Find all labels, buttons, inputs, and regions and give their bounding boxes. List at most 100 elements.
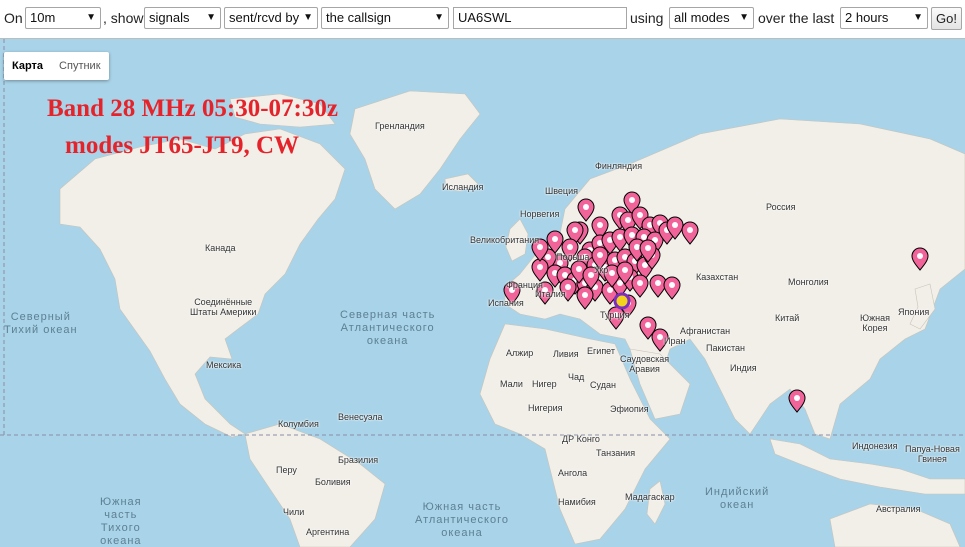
label-iran: Иран bbox=[664, 336, 686, 346]
ocean-text: океана bbox=[366, 335, 409, 347]
signal-marker-dot bbox=[641, 234, 647, 240]
on-label: On bbox=[4, 10, 23, 26]
signal-marker-dot bbox=[617, 234, 623, 240]
signal-marker-dot bbox=[567, 244, 573, 250]
ocean-north-pacific: Северный Тихий океан bbox=[4, 311, 78, 337]
world-map[interactable]: Карта Спутник Band 28 MHz 05:30-07:30z m… bbox=[0, 39, 965, 547]
label-tanzania: Танзания bbox=[596, 448, 636, 458]
using-label: using bbox=[630, 10, 664, 26]
label-angola: Ангола bbox=[558, 468, 588, 478]
signal-marker-dot bbox=[634, 244, 640, 250]
ocean-text: Тихий океан bbox=[4, 324, 78, 336]
ocean-text: Атлантического bbox=[340, 322, 435, 334]
signal-marker-dot bbox=[609, 270, 615, 276]
label-saudi-text: Саудовская Аравия bbox=[620, 354, 670, 374]
signal-marker-dot bbox=[655, 280, 661, 286]
signal-marker-dot bbox=[637, 280, 643, 286]
overlay-band-title: Band 28 MHz 05:30-07:30z bbox=[47, 95, 338, 122]
north-america-landmass bbox=[59, 128, 346, 438]
map-type-control: Карта Спутник bbox=[4, 52, 109, 80]
label-namibia: Намибия bbox=[558, 497, 596, 507]
label-brazil: Бразилия bbox=[338, 455, 379, 465]
mode-select[interactable]: all modes ▼ bbox=[669, 7, 754, 29]
period-select[interactable]: 2 hours ▼ bbox=[840, 7, 928, 29]
ocean-text: океана bbox=[100, 535, 142, 547]
mode-select-value: all modes bbox=[674, 10, 730, 25]
signal-marker-dot bbox=[794, 395, 800, 401]
direction-select[interactable]: sent/rcvd by ▼ bbox=[224, 7, 318, 29]
label-south-korea: Южная Корея bbox=[860, 313, 890, 333]
map-type-map-button[interactable]: Карта bbox=[4, 52, 51, 80]
signal-marker-dot bbox=[583, 204, 589, 210]
label-mexico: Мексика bbox=[206, 360, 242, 370]
ocean-south-pacific: Южная часть Тихого океана bbox=[100, 496, 142, 547]
label-mali: Мали bbox=[500, 379, 523, 389]
label-afghanistan: Афганистан bbox=[680, 326, 731, 336]
label-ukraine: Укр bbox=[594, 265, 609, 275]
label-norway: Норвегия bbox=[520, 209, 560, 219]
label-venezuela: Венесуэла bbox=[338, 412, 383, 422]
label-peru: Перу bbox=[276, 465, 297, 475]
band-select-value: 10m bbox=[30, 10, 56, 25]
signal-marker-dot bbox=[572, 227, 578, 233]
target-select-value: the callsign bbox=[326, 10, 392, 25]
madagascar-landmass bbox=[646, 480, 666, 525]
label-chad: Чад bbox=[568, 372, 585, 382]
ocean-text: Тихого bbox=[100, 522, 141, 534]
label-sudan: Судан bbox=[590, 380, 616, 390]
signal-marker-dot bbox=[629, 232, 635, 238]
label-turkey: Турция bbox=[600, 310, 630, 320]
label-nigeria: Нигерия bbox=[528, 403, 563, 413]
label-usa-text: Соединённые Штаты Америки bbox=[190, 297, 257, 317]
label-china: Китай bbox=[775, 313, 800, 323]
signal-marker-dot bbox=[645, 322, 651, 328]
target-select[interactable]: the callsign ▼ bbox=[321, 7, 449, 29]
label-png-text: Папуа-Новая Гвинея bbox=[905, 444, 960, 464]
ocean-text: Северная часть bbox=[340, 309, 436, 321]
period-select-value: 2 hours bbox=[845, 10, 889, 25]
show-select-value: signals bbox=[149, 10, 190, 25]
signal-marker-dot bbox=[669, 282, 675, 288]
signal-marker-dot bbox=[597, 222, 603, 228]
home-station-icon[interactable] bbox=[613, 292, 631, 310]
label-india: Индия bbox=[730, 363, 757, 373]
signal-marker-dot bbox=[582, 292, 588, 298]
label-chile: Чили bbox=[283, 507, 305, 517]
show-label: , show bbox=[103, 10, 144, 26]
signal-marker-dot bbox=[597, 252, 603, 258]
ocean-text: Индийский bbox=[705, 486, 770, 498]
label-iceland: Исландия bbox=[442, 182, 484, 192]
chevron-down-icon: ▼ bbox=[303, 12, 313, 23]
label-libya: Ливия bbox=[553, 349, 579, 359]
signal-marker-dot bbox=[552, 236, 558, 242]
signal-marker-dot bbox=[607, 287, 613, 293]
label-pakistan: Пакистан bbox=[706, 343, 745, 353]
signal-marker-dot bbox=[672, 222, 678, 228]
label-south-korea-text: Южная Корея bbox=[860, 313, 890, 333]
signal-marker-dot bbox=[637, 212, 643, 218]
signal-marker-dot bbox=[687, 227, 693, 233]
show-select[interactable]: signals ▼ bbox=[144, 7, 221, 29]
label-kazakhstan: Казахстан bbox=[696, 272, 739, 282]
label-usa: Соединённые Штаты Америки bbox=[190, 297, 256, 317]
map-type-satellite-button[interactable]: Спутник bbox=[51, 52, 108, 80]
callsign-input[interactable]: UA6SWL bbox=[453, 7, 627, 29]
label-finland: Финляндия bbox=[595, 161, 643, 171]
label-japan: Япония bbox=[898, 307, 930, 317]
overlay-modes-title: modes JT65-JT9, CW bbox=[65, 132, 300, 159]
signal-marker-dot bbox=[629, 197, 635, 203]
go-button[interactable]: Go! bbox=[931, 7, 962, 30]
label-saudi: Саудовская Аравия bbox=[620, 354, 669, 374]
signal-marker-dot bbox=[545, 254, 551, 260]
label-png: Папуа-Новая Гвинея bbox=[905, 444, 960, 464]
label-bolivia: Боливия bbox=[315, 477, 351, 487]
ocean-text: Южная часть bbox=[422, 501, 502, 513]
ocean-indian: Индийский океан bbox=[705, 486, 769, 512]
ocean-text: океан bbox=[719, 499, 755, 511]
signal-marker-dot bbox=[657, 334, 663, 340]
label-ethiopia: Эфиопия bbox=[610, 404, 649, 414]
ocean-text: Южная bbox=[100, 496, 142, 508]
label-argentina: Аргентина bbox=[306, 527, 350, 537]
ocean-text: часть bbox=[104, 509, 138, 521]
band-select[interactable]: 10m ▼ bbox=[25, 7, 101, 29]
